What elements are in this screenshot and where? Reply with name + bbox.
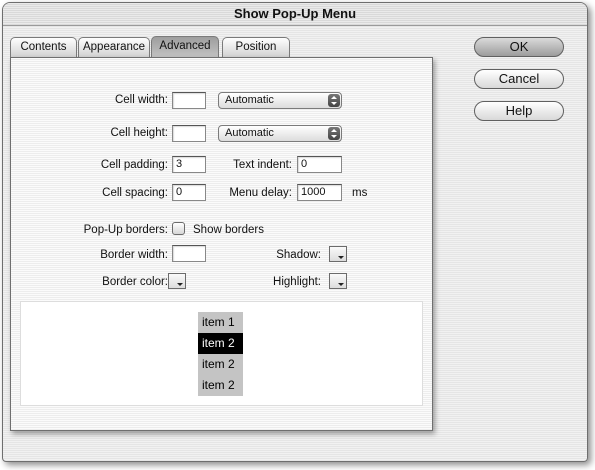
tab-contents[interactable]: Contents [10, 37, 77, 57]
border-color-label: Border color: [102, 276, 168, 288]
cell-spacing-label: Cell spacing: [102, 187, 168, 199]
cell-height-select-value: Automatic [225, 127, 274, 139]
select-arrows-icon [328, 94, 340, 107]
preview-menu-item: item 1 [198, 312, 243, 333]
cell-spacing-input[interactable]: 0 [172, 184, 206, 201]
advanced-panel: Cell width: Automatic Cell height: Autom… [10, 57, 433, 431]
shadow-label: Shadow: [276, 249, 321, 261]
help-button[interactable]: Help [474, 101, 564, 121]
text-indent-input[interactable]: 0 [297, 156, 342, 173]
highlight-color-picker[interactable] [329, 273, 347, 289]
border-width-label: Border width: [100, 249, 168, 261]
preview-menu-item: item 2 [198, 354, 243, 375]
preview-menu-item-selected: item 2 [198, 333, 243, 354]
tab-advanced[interactable]: Advanced [151, 36, 219, 58]
dialog-window: Show Pop-Up Menu Contents Appearance Adv… [2, 2, 588, 462]
tab-position[interactable]: Position [222, 37, 290, 57]
border-color-picker[interactable] [168, 273, 186, 289]
cell-width-input[interactable] [172, 92, 206, 109]
cell-height-select[interactable]: Automatic [218, 125, 342, 142]
show-borders-checkbox[interactable] [172, 222, 185, 235]
shadow-color-picker[interactable] [329, 246, 347, 262]
cell-width-select[interactable]: Automatic [218, 92, 342, 109]
select-arrows-icon [328, 127, 340, 140]
border-width-input[interactable] [172, 245, 206, 262]
text-indent-label: Text indent: [233, 159, 292, 171]
menu-delay-label: Menu delay: [229, 187, 292, 199]
preview-menu-item: item 2 [198, 375, 243, 396]
cell-height-label: Cell height: [110, 127, 168, 139]
cell-height-input[interactable] [172, 125, 206, 142]
cell-width-label: Cell width: [114, 94, 168, 106]
show-borders-label: Show borders [193, 224, 264, 236]
cancel-button[interactable]: Cancel [474, 69, 564, 89]
popup-borders-label: Pop-Up borders: [83, 224, 168, 236]
window-title: Show Pop-Up Menu [3, 3, 587, 26]
cell-padding-label: Cell padding: [100, 159, 168, 171]
menu-delay-unit: ms [352, 187, 368, 199]
ok-button[interactable]: OK [474, 37, 564, 57]
menu-preview: item 1 item 2 item 2 item 2 [20, 301, 423, 406]
highlight-label: Highlight: [273, 276, 321, 288]
menu-delay-input[interactable]: 1000 [297, 184, 342, 201]
cell-width-select-value: Automatic [225, 94, 274, 106]
cell-padding-input[interactable]: 3 [172, 156, 206, 173]
tab-appearance[interactable]: Appearance [78, 37, 150, 57]
